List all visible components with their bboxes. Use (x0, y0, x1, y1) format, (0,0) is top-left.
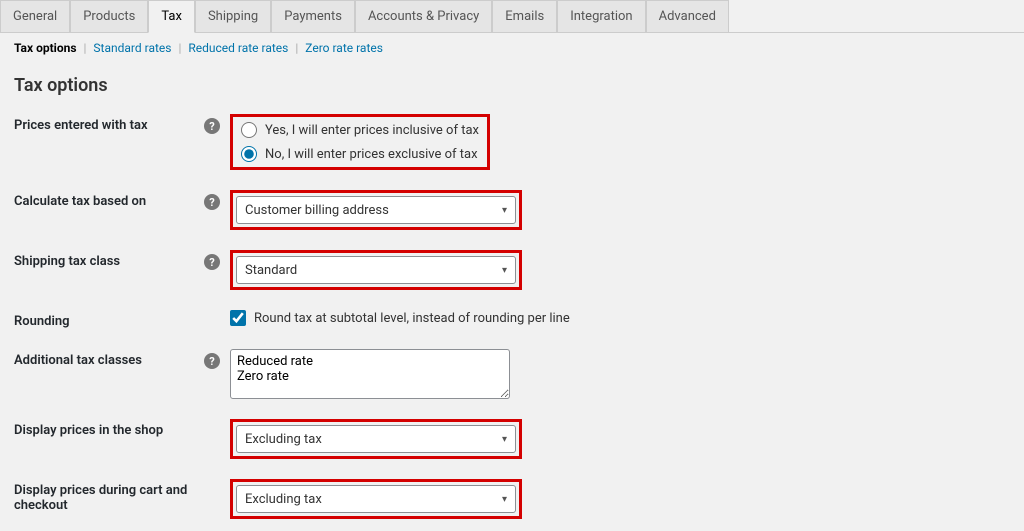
label-shipping-tax-class: Shipping tax class (14, 250, 204, 269)
subtab-zero-rates[interactable]: Zero rate rates (301, 41, 387, 55)
select-calc-based-on[interactable]: Customer billing address ▾ (236, 196, 516, 224)
select-display-cart-value: Excluding tax (245, 492, 322, 507)
highlight-prices-with-tax: Yes, I will enter prices inclusive of ta… (230, 114, 490, 170)
checkbox-rounding-label[interactable]: Round tax at subtotal level, instead of … (230, 310, 570, 326)
tab-accounts[interactable]: Accounts & Privacy (355, 0, 492, 32)
highlight-calc-based-on: Customer billing address ▾ (230, 190, 522, 230)
chevron-down-icon: ▾ (502, 494, 507, 505)
textarea-additional-classes[interactable] (230, 349, 510, 399)
sub-tabs: Tax options | Standard rates | Reduced r… (0, 33, 1024, 63)
help-icon[interactable]: ? (204, 194, 220, 210)
help-icon[interactable]: ? (204, 118, 220, 134)
tab-advanced[interactable]: Advanced (646, 0, 729, 32)
label-prices-with-tax: Prices entered with tax (14, 114, 204, 133)
label-rounding: Rounding (14, 310, 204, 329)
highlight-shipping-tax-class: Standard ▾ (230, 250, 522, 290)
subtab-tax-options[interactable]: Tax options (10, 41, 81, 55)
select-display-shop[interactable]: Excluding tax ▾ (236, 425, 516, 453)
select-shipping-tax-class[interactable]: Standard ▾ (236, 256, 516, 284)
radio-inclusive[interactable] (241, 122, 257, 138)
tab-integration[interactable]: Integration (557, 0, 645, 32)
subtab-reduced-rates[interactable]: Reduced rate rates (184, 41, 292, 55)
tab-payments[interactable]: Payments (271, 0, 355, 32)
chevron-down-icon: ▾ (502, 265, 507, 276)
label-additional-classes: Additional tax classes (14, 349, 204, 368)
radio-exclusive-text: No, I will enter prices exclusive of tax (265, 147, 478, 162)
tab-products[interactable]: Products (70, 0, 148, 32)
help-icon[interactable]: ? (204, 353, 220, 369)
highlight-display-shop: Excluding tax ▾ (230, 419, 522, 459)
radio-exclusive[interactable] (241, 146, 257, 162)
select-shipping-tax-class-value: Standard (245, 263, 297, 278)
select-display-shop-value: Excluding tax (245, 432, 322, 447)
tab-emails[interactable]: Emails (492, 0, 557, 32)
tab-tax[interactable]: Tax (148, 0, 195, 33)
highlight-display-cart: Excluding tax ▾ (230, 479, 522, 519)
label-calc-based-on: Calculate tax based on (14, 190, 204, 209)
select-display-cart[interactable]: Excluding tax ▾ (236, 485, 516, 513)
tab-general[interactable]: General (0, 0, 70, 32)
radio-inclusive-text: Yes, I will enter prices inclusive of ta… (265, 123, 479, 138)
chevron-down-icon: ▾ (502, 434, 507, 445)
chevron-down-icon: ▾ (502, 205, 507, 216)
checkbox-rounding-text: Round tax at subtotal level, instead of … (254, 311, 570, 326)
label-display-shop: Display prices in the shop (14, 419, 204, 438)
help-icon[interactable]: ? (204, 254, 220, 270)
checkbox-rounding[interactable] (230, 310, 246, 326)
select-calc-based-on-value: Customer billing address (245, 203, 389, 218)
label-display-cart: Display prices during cart and checkout (14, 479, 204, 513)
subtab-standard-rates[interactable]: Standard rates (89, 41, 175, 55)
radio-inclusive-label[interactable]: Yes, I will enter prices inclusive of ta… (241, 122, 479, 138)
main-tabs: General Products Tax Shipping Payments A… (0, 0, 1024, 33)
radio-exclusive-label[interactable]: No, I will enter prices exclusive of tax (241, 146, 479, 162)
tab-shipping[interactable]: Shipping (195, 0, 271, 32)
page-title: Tax options (14, 75, 1010, 96)
